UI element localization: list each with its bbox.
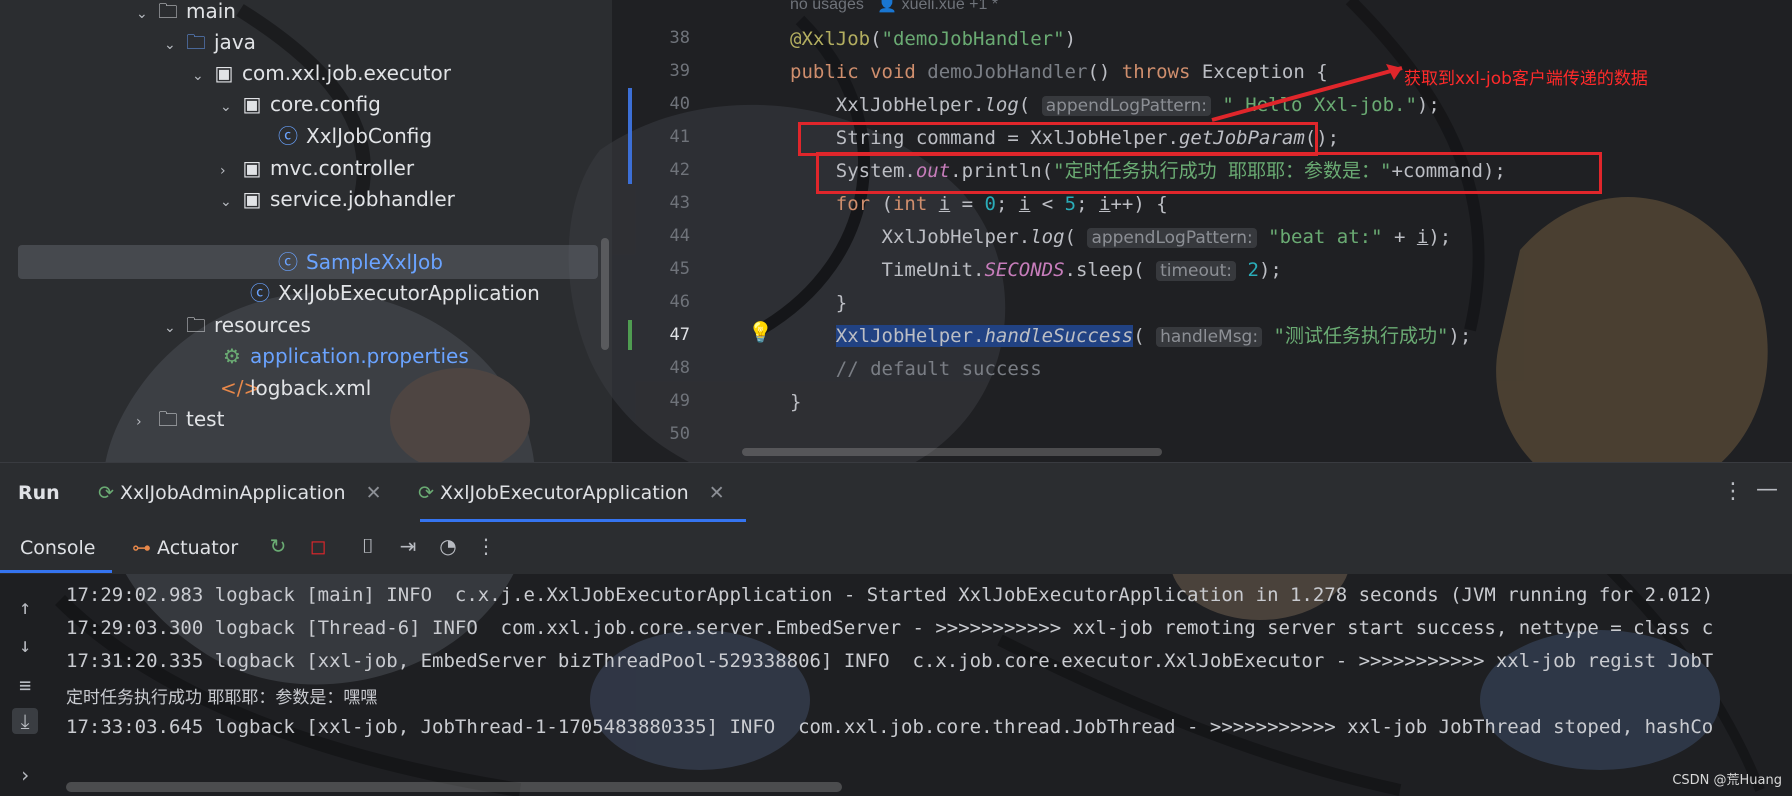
package-icon: ▣: [242, 156, 262, 180]
rerun-icon[interactable]: ↻: [264, 532, 292, 560]
code-line-49: }: [790, 391, 802, 413]
highlight-box: [816, 152, 1602, 194]
annotation-label: 获取到xxl-job客户端传递的数据: [1404, 69, 1648, 89]
usage-hint: no usages 👤 xueli.xue +1 *: [790, 0, 998, 14]
tree-item-core-config[interactable]: ⌄ ▣ core.config: [220, 88, 381, 120]
console-output[interactable]: ↑ ↓ ≡ ⤓ › 17:29:02.983 logback [main] IN…: [0, 574, 1792, 796]
chevron-down-icon[interactable]: ⌄: [220, 91, 240, 123]
scroll-up-icon[interactable]: ↑: [12, 594, 38, 620]
user-icon: 👤: [877, 0, 898, 13]
log-line: 17:29:03.300 logback [Thread-6] INFO com…: [66, 617, 1714, 639]
watermark: CSDN @荒Huang: [1672, 773, 1782, 788]
code-line-44: XxlJobHelper.log( appendLogPattern: "bea…: [790, 226, 1452, 248]
scroll-to-end-icon[interactable]: ⤓: [12, 708, 38, 734]
exit-icon[interactable]: ⇥: [394, 532, 422, 560]
chevron-down-icon[interactable]: ⌄: [164, 29, 184, 61]
properties-icon: ⚙: [223, 344, 241, 368]
xml-icon: </>: [220, 376, 261, 400]
tree-item-mvc-controller[interactable]: › ▣ mvc.controller: [220, 152, 414, 184]
line-number: 39: [669, 61, 690, 81]
console-toolbar: Console ⊶ Actuator ↻ ◻ ⌷ ⇥ ◔ ⋮: [0, 522, 1792, 574]
code-line-38: @XxlJob("demoJobHandler"): [790, 28, 1077, 50]
tree-item-main[interactable]: ⌄ 🗀 main: [136, 0, 236, 27]
tree-item-xxljobconfig[interactable]: ⓒ XxlJobConfig: [276, 120, 432, 152]
highlight-box: [798, 122, 1318, 156]
class-icon: ⓒ: [278, 250, 298, 274]
spring-run-icon: ⟳: [418, 482, 434, 504]
spring-run-icon: ⟳: [98, 482, 114, 504]
tab-xxljobexecutorapplication[interactable]: ⟳ XxlJobExecutorApplication ✕: [418, 477, 725, 509]
annotation-arrow: [1211, 64, 1403, 122]
log-line: 17:29:02.983 logback [main] INFO c.x.j.e…: [66, 584, 1714, 606]
folder-icon: 🗀: [158, 0, 178, 23]
soft-wrap-icon[interactable]: ≡: [12, 672, 38, 698]
package-icon: ▣: [242, 92, 262, 116]
run-panel-header: Run ⟳ XxlJobAdminApplication ✕ ⟳ XxlJobE…: [0, 462, 1792, 523]
line-number: 41: [669, 127, 690, 147]
tab-actuator[interactable]: ⊶ Actuator: [132, 532, 238, 564]
code-line-48: // default success: [835, 358, 1042, 380]
source-folder-icon: 🗀: [186, 30, 206, 54]
line-number: 50: [669, 424, 690, 444]
log-line: 17:31:20.335 logback [xxl-job, EmbedServ…: [66, 650, 1714, 672]
code-line-47: XxlJobHelper.handleSuccess( handleMsg: "…: [835, 325, 1472, 347]
line-number: 42: [669, 160, 690, 180]
stop-icon[interactable]: ◻: [304, 532, 332, 560]
line-number: 44: [669, 226, 690, 246]
tree-item-com-xxl-job-executor[interactable]: ⌄ ▣ com.xxl.job.executor: [192, 57, 451, 89]
tree-item-resources[interactable]: ⌄ 🗀 resources: [164, 309, 311, 341]
log-line: 定时任务执行成功 耶耶耶：参数是：嘿嘿: [66, 688, 378, 708]
class-icon: ⓒ: [278, 124, 298, 148]
close-icon[interactable]: ✕: [366, 482, 382, 504]
line-number: 40: [669, 94, 690, 114]
line-number: 48: [669, 358, 690, 378]
chevron-down-icon[interactable]: ⌄: [136, 0, 156, 30]
vcs-change-marker[interactable]: [628, 88, 632, 184]
actuator-icon: ⊶: [132, 537, 151, 559]
tab-xxljobadminapplication[interactable]: ⟳ XxlJobAdminApplication ✕: [98, 477, 381, 509]
more-options-icon[interactable]: ⋮: [472, 532, 500, 560]
line-number: 43: [669, 193, 690, 213]
spring-class-icon: ⓒ: [250, 281, 270, 305]
chevron-right-icon[interactable]: ›: [136, 406, 156, 438]
more-options-icon[interactable]: ⋮: [1722, 479, 1744, 504]
tree-item-java[interactable]: ⌄ 🗀 java: [164, 26, 256, 58]
line-number: 49: [669, 391, 690, 411]
profiler-icon[interactable]: ◔: [434, 532, 462, 560]
chevron-down-icon[interactable]: ⌄: [164, 312, 184, 344]
code-line-46: }: [790, 292, 848, 314]
chevron-down-icon[interactable]: ⌄: [220, 186, 240, 218]
line-number: 45: [669, 259, 690, 279]
close-icon[interactable]: ✕: [709, 482, 725, 504]
tree-scrollbar[interactable]: [601, 238, 609, 350]
tree-item-samplexxljob[interactable]: ⓒ SampleXxlJob: [276, 246, 443, 278]
line-number: 47: [669, 325, 690, 345]
scroll-down-icon[interactable]: ↓: [12, 632, 38, 658]
chevron-down-icon[interactable]: ⌄: [192, 60, 212, 92]
package-icon: ▣: [242, 187, 262, 211]
camera-icon[interactable]: ⌷: [354, 532, 382, 560]
editor-horizontal-scrollbar[interactable]: [742, 448, 1162, 456]
console-tab-indicator: [0, 570, 112, 573]
tree-item-application-properties[interactable]: ⚙ application.properties: [220, 340, 469, 372]
log-line: 17:33:03.645 logback [xxl-job, JobThread…: [66, 716, 1714, 738]
lightbulb-icon[interactable]: 💡: [748, 320, 773, 344]
tree-item-logback-xml[interactable]: </>logback.xml: [220, 372, 371, 404]
tree-item-service-jobhandler[interactable]: ⌄ ▣ service.jobhandler: [220, 183, 455, 215]
folder-icon: 🗀: [158, 407, 178, 431]
tree-item-xxljobexecutorapplication[interactable]: ⓒ XxlJobExecutorApplication: [248, 277, 540, 309]
line-number: 38: [669, 28, 690, 48]
vcs-change-marker[interactable]: [628, 320, 632, 350]
package-icon: ▣: [214, 61, 234, 85]
minimize-icon[interactable]: —: [1756, 477, 1778, 502]
tree-item-test[interactable]: › 🗀 test: [136, 403, 224, 435]
resources-folder-icon: 🗀: [186, 313, 206, 337]
code-line-45: TimeUnit.SECONDS.sleep( timeout: 2);: [790, 259, 1282, 281]
project-tree: ⌄ 🗀 main ⌄ 🗀 java ⌄ ▣ com.xxl.job.executor ⌄ ▣ c…: [0, 0, 612, 462]
line-number: 46: [669, 292, 690, 312]
expand-icon[interactable]: ›: [12, 762, 38, 788]
run-panel-title: Run: [18, 482, 60, 504]
console-horizontal-scrollbar[interactable]: [66, 782, 842, 792]
tab-console[interactable]: Console: [20, 532, 95, 564]
